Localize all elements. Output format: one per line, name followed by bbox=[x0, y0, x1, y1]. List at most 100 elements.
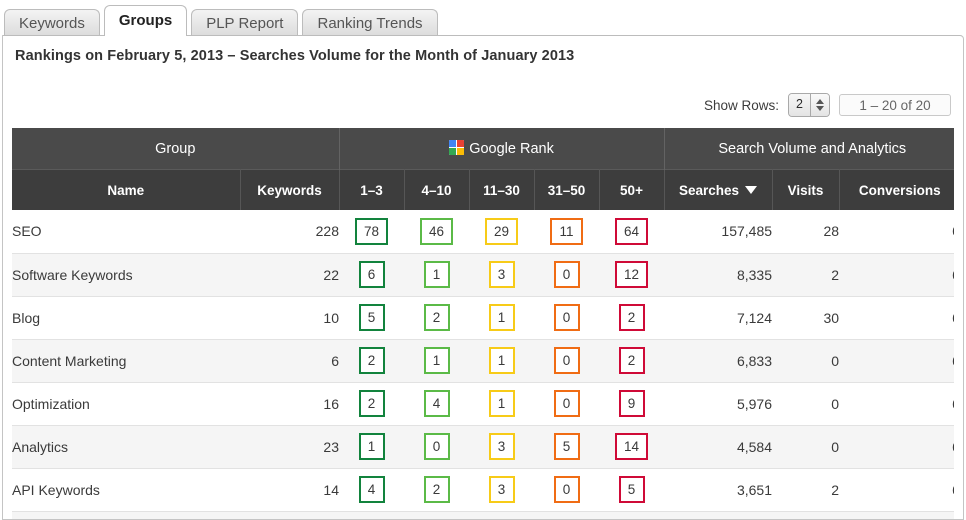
column-header-conversions[interactable]: Conversions bbox=[839, 169, 954, 210]
column-header-searches-label: Searches bbox=[678, 182, 740, 198]
cell-rank-4-10: 46 bbox=[404, 210, 469, 254]
cell-rank-31-50-box: 0 bbox=[553, 304, 580, 331]
cell-rank-31-50-box: 0 bbox=[553, 261, 580, 288]
rankings-table: Group Google Rank Search Volume and Anal… bbox=[12, 128, 954, 519]
cell-rank-1-3-box: 4 bbox=[358, 476, 385, 503]
cell-conversions: 0 bbox=[839, 425, 954, 469]
group-header-row: Group Google Rank Search Volume and Anal… bbox=[12, 128, 954, 170]
tab-plp-report[interactable]: PLP Report bbox=[191, 9, 299, 36]
cell-searches: 8,335 bbox=[664, 253, 773, 297]
cell-rank-11-30: 1 bbox=[469, 296, 534, 340]
cell-searches: 5,976 bbox=[664, 382, 773, 426]
table-row[interactable]: Content Marketing6211026,83300 bbox=[12, 339, 954, 383]
cell-rank-4-10: 11 bbox=[404, 511, 469, 519]
column-header-visits[interactable]: Visits bbox=[772, 169, 840, 210]
rows-stepper[interactable]: 2 bbox=[788, 93, 830, 117]
cell-rank-31-50: 4 bbox=[534, 511, 599, 519]
cell-rank-11-30-box: 29 bbox=[484, 217, 519, 245]
cell-visits: 30 bbox=[772, 296, 840, 340]
table-row[interactable]: Blog10521027,124300 bbox=[12, 296, 954, 340]
cell-keywords: 22 bbox=[240, 253, 339, 297]
cell-rank-1-3-box: 6 bbox=[358, 261, 385, 288]
table-row[interactable]: Search57181164182,44110 bbox=[12, 511, 954, 519]
rows-stepper-value[interactable]: 2 bbox=[789, 94, 811, 116]
cell-rank-4-10-box: 46 bbox=[419, 217, 454, 245]
cell-visits: 2 bbox=[772, 468, 840, 512]
table-row[interactable]: Analytics231035144,58400 bbox=[12, 425, 954, 469]
column-header-rank-31-50-label: 31–50 bbox=[547, 182, 586, 198]
cell-rank-50-plus: 2 bbox=[599, 339, 665, 383]
cell-rank-50-plus: 5 bbox=[599, 468, 665, 512]
tab-ranking-trends[interactable]: Ranking Trends bbox=[302, 9, 438, 36]
cell-rank-31-50: 0 bbox=[534, 468, 599, 512]
cell-rank-1-3-box: 2 bbox=[358, 390, 385, 417]
cell-rank-4-10-box: 0 bbox=[423, 433, 450, 460]
table-row[interactable]: Software Keywords226130128,33520 bbox=[12, 253, 954, 297]
cell-rank-1-3-box: 78 bbox=[354, 217, 389, 245]
table-row[interactable]: Optimization16241095,97600 bbox=[12, 382, 954, 426]
cell-rank-1-3: 1 bbox=[339, 425, 404, 469]
column-header-searches[interactable]: Searches bbox=[664, 169, 773, 210]
table-row[interactable]: SEO228 78 46 29 11 64 157,485280 bbox=[12, 210, 954, 254]
cell-rank-11-30-box: 1 bbox=[488, 390, 515, 417]
cell-keywords: 228 bbox=[240, 210, 339, 254]
group-header-group-label: Group bbox=[155, 140, 196, 157]
cell-searches: 157,485 bbox=[664, 210, 773, 254]
group-header-search-volume: Search Volume and Analytics bbox=[664, 128, 954, 170]
cell-rank-50-plus: 2 bbox=[599, 296, 665, 340]
cell-keywords: 23 bbox=[240, 425, 339, 469]
cell-rank-31-50-box: 0 bbox=[553, 347, 580, 374]
cell-rank-1-3: 18 bbox=[339, 511, 404, 519]
rows-stepper-arrows[interactable] bbox=[811, 94, 829, 116]
cell-rank-11-30: 1 bbox=[469, 339, 534, 383]
table-head: Group Google Rank Search Volume and Anal… bbox=[12, 128, 954, 210]
cell-rank-4-10: 1 bbox=[404, 339, 469, 383]
cell-rank-11-30: 3 bbox=[469, 425, 534, 469]
cell-group-name: Blog bbox=[12, 296, 240, 340]
column-header-visits-label: Visits bbox=[787, 182, 824, 198]
cell-keywords: 14 bbox=[240, 468, 339, 512]
sort-descending-icon[interactable] bbox=[745, 185, 758, 194]
cell-rank-1-3: 2 bbox=[339, 382, 404, 426]
cell-visits: 2 bbox=[772, 253, 840, 297]
cell-rank-50-plus: 12 bbox=[599, 253, 665, 297]
cell-rank-11-30-box: 3 bbox=[488, 261, 515, 288]
cell-rank-31-50-box: 5 bbox=[553, 433, 580, 460]
cell-rank-31-50-box: 0 bbox=[553, 390, 580, 417]
cell-group-name: API Keywords bbox=[12, 468, 240, 512]
cell-rank-11-30: 6 bbox=[469, 511, 534, 519]
group-header-google-rank: Google Rank bbox=[339, 128, 665, 170]
cell-visits: 28 bbox=[772, 210, 840, 254]
cell-rank-50-plus-box: 5 bbox=[618, 476, 645, 503]
cell-rank-4-10: 0 bbox=[404, 425, 469, 469]
cell-keywords: 16 bbox=[240, 382, 339, 426]
tab-keywords[interactable]: Keywords bbox=[4, 9, 100, 36]
column-header-rank-31-50[interactable]: 31–50 bbox=[534, 169, 600, 210]
cell-rank-11-30-box: 1 bbox=[488, 304, 515, 331]
column-header-rank-1-3[interactable]: 1–3 bbox=[339, 169, 405, 210]
chevron-up-icon[interactable] bbox=[816, 99, 824, 104]
cell-rank-1-3: 2 bbox=[339, 339, 404, 383]
column-header-rank-4-10-label: 4–10 bbox=[421, 182, 452, 198]
column-header-rank-11-30-label: 11–30 bbox=[483, 182, 520, 198]
cell-rank-11-30: 1 bbox=[469, 382, 534, 426]
column-header-rank-4-10[interactable]: 4–10 bbox=[404, 169, 470, 210]
cell-searches: 4,584 bbox=[664, 425, 773, 469]
cell-rank-4-10: 2 bbox=[404, 468, 469, 512]
column-header-name-label: Name bbox=[107, 182, 145, 198]
cell-group-name: Analytics bbox=[12, 425, 240, 469]
cell-rank-11-30-box: 1 bbox=[488, 347, 515, 374]
column-header-keywords[interactable]: Keywords bbox=[240, 169, 340, 210]
column-header-rank-50-plus[interactable]: 50+ bbox=[599, 169, 665, 210]
cell-conversions: 0 bbox=[839, 511, 954, 519]
tab-strip: Keywords Groups PLP Report Ranking Trends bbox=[0, 0, 966, 36]
table-row[interactable]: API Keywords14423053,65120 bbox=[12, 468, 954, 512]
cell-rank-50-plus: 14 bbox=[599, 425, 665, 469]
tab-groups[interactable]: Groups bbox=[103, 5, 188, 36]
cell-conversions: 0 bbox=[839, 296, 954, 340]
chevron-down-icon[interactable] bbox=[816, 106, 824, 111]
cell-rank-11-30-box: 3 bbox=[488, 476, 515, 503]
column-header-rank-11-30[interactable]: 11–30 bbox=[469, 169, 535, 210]
cell-searches: 2,441 bbox=[664, 511, 773, 519]
column-header-name[interactable]: Name bbox=[12, 169, 241, 210]
